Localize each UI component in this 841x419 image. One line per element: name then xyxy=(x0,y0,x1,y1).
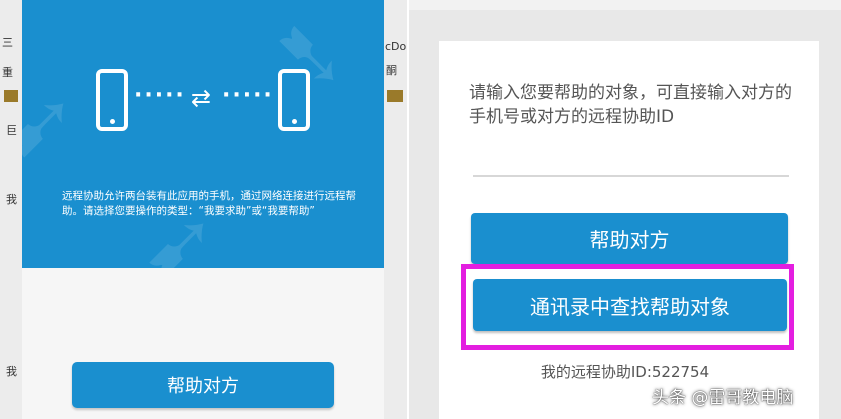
help-other-button[interactable]: 帮助对方 xyxy=(72,362,334,408)
right-screenshot: 请输入您要帮助的对象，可直接输入对方的手机号或对方的远程协助ID 帮助对方 通讯… xyxy=(409,0,841,419)
edge-fragment: 我 xyxy=(6,193,17,206)
phone-icon xyxy=(278,69,310,131)
target-id-input[interactable] xyxy=(473,175,789,177)
edge-fragment: 巨 xyxy=(6,124,17,137)
background-window-left: 三 重 巨 我 我 xyxy=(0,0,22,419)
help-other-button[interactable]: 帮助对方 xyxy=(471,213,788,264)
swap-arrows-icon: ⇄ xyxy=(191,84,212,112)
edge-fragment: 三 xyxy=(2,36,13,49)
remote-assist-intro-screen: ➹ ➷ ➹ ····· ⇄ ····· 远程协助允许两台装有此应用的手机，通过网… xyxy=(22,0,384,419)
my-remote-id: 我的远程协助ID:522754 xyxy=(540,363,710,381)
edge-fragment: 我 xyxy=(6,365,17,378)
edge-fragment: cDo xyxy=(385,40,407,53)
find-in-contacts-button[interactable]: 通讯录中查找帮助对象 xyxy=(473,279,787,331)
arrow-decoration-icon: ➹ xyxy=(22,72,78,177)
dots-connector: ····· xyxy=(134,83,186,108)
intro-banner: ➹ ➷ ➹ ····· ⇄ ····· 远程协助允许两台装有此应用的手机，通过网… xyxy=(22,0,384,268)
status-strip xyxy=(409,0,841,10)
phone-icon xyxy=(96,69,128,131)
left-screenshot: 三 重 巨 我 我 cDo 酮 ➹ ➷ ➹ ····· ⇄ ····· 远程协助… xyxy=(0,0,407,419)
edge-bar xyxy=(4,90,18,102)
dots-connector: ····· xyxy=(222,83,274,108)
target-prompt: 请输入您要帮助的对象，可直接输入对方的手机号或对方的远程协助ID xyxy=(469,83,792,127)
intro-description: 远程协助允许两台装有此应用的手机，通过网络连接进行远程帮助。请选择您要操作的类型… xyxy=(62,190,356,217)
background-window-right: cDo 酮 xyxy=(384,0,407,419)
watermark: 头条 @雷哥教电脑 xyxy=(652,388,794,408)
edge-fragment: 重 xyxy=(2,66,13,79)
edge-fragment: 酮 xyxy=(386,64,397,77)
edge-bar xyxy=(387,90,403,102)
